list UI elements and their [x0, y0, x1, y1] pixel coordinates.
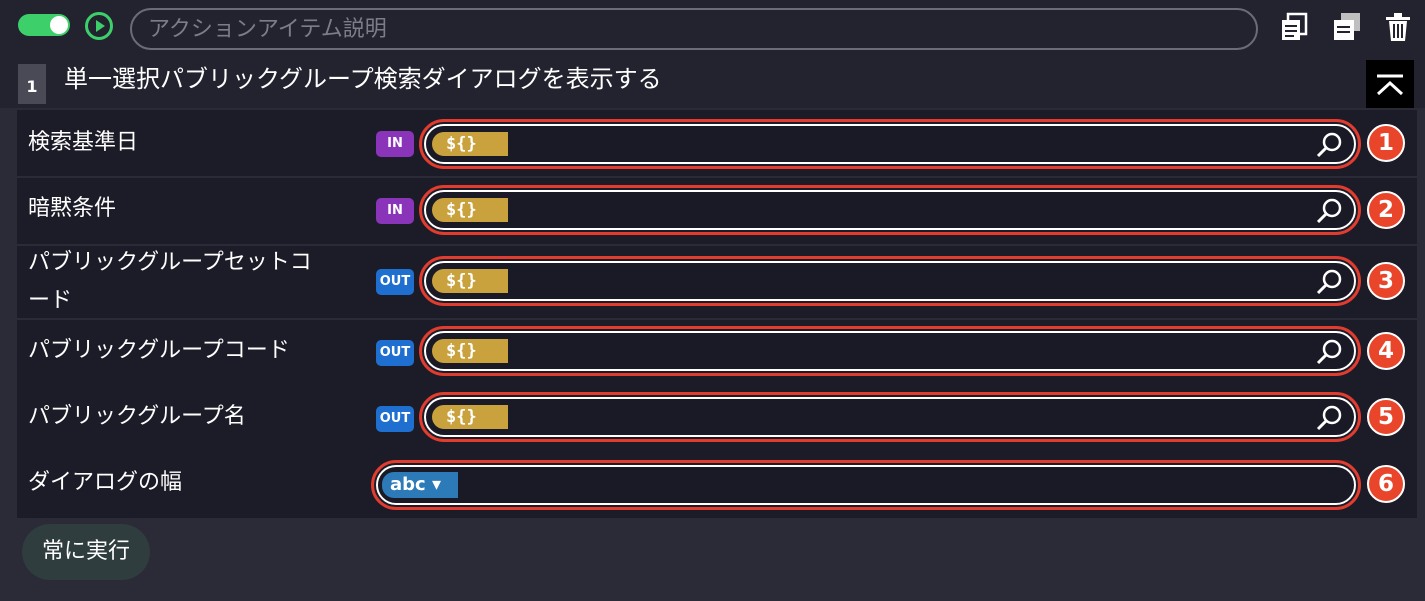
param-label-line: パブリックグループセットコ — [28, 250, 312, 275]
always-run-button[interactable]: 常に実行 — [22, 524, 150, 580]
trash-icon[interactable] — [1381, 10, 1415, 44]
param-label: パブリックグループコード — [28, 338, 290, 363]
item-number: 1 — [18, 64, 46, 104]
callout-badge: 3 — [1367, 262, 1405, 300]
io-badge-in: IN — [376, 198, 414, 224]
action-description-input[interactable] — [130, 8, 1258, 50]
play-icon[interactable] — [84, 11, 114, 41]
search-icon[interactable] — [1314, 267, 1344, 297]
param-input[interactable]: ${} — [419, 256, 1361, 306]
io-badge-out: OUT — [376, 340, 414, 366]
param-label-line: ード — [28, 288, 73, 313]
io-badge-out: OUT — [376, 269, 414, 295]
collapse-button[interactable] — [1366, 60, 1414, 108]
search-icon[interactable] — [1314, 337, 1344, 367]
callout-badge: 4 — [1367, 332, 1405, 370]
variable-tag[interactable]: ${} — [432, 269, 508, 293]
enable-toggle[interactable] — [18, 14, 70, 36]
search-icon[interactable] — [1314, 130, 1344, 160]
copy-icon[interactable] — [1278, 10, 1312, 44]
search-icon[interactable] — [1314, 196, 1344, 226]
param-label: パブリックグループセットコ ード — [28, 244, 312, 320]
toggle-knob — [50, 16, 68, 34]
callout-badge: 2 — [1367, 191, 1405, 229]
param-label: 暗黙条件 — [28, 196, 117, 221]
callout-badge: 6 — [1367, 465, 1405, 503]
paste-icon[interactable] — [1330, 10, 1364, 44]
param-input[interactable]: ${} — [419, 119, 1361, 169]
action-title: 単一選択パブリックグループ検索ダイアログを表示する — [64, 65, 662, 93]
param-label: 検索基準日 — [28, 130, 139, 155]
callout-badge: 1 — [1367, 124, 1405, 162]
type-dropdown[interactable]: abc ▾ — [382, 472, 458, 498]
param-input[interactable]: ${} — [419, 392, 1361, 442]
param-label: パブリックグループ名 — [28, 404, 246, 429]
callout-badge: 5 — [1367, 398, 1405, 436]
param-input[interactable]: ${} — [419, 185, 1361, 235]
param-input[interactable]: abc ▾ — [371, 460, 1361, 510]
variable-tag[interactable]: ${} — [432, 132, 508, 156]
variable-tag[interactable]: ${} — [432, 339, 508, 363]
io-badge-out: OUT — [376, 406, 414, 432]
search-icon[interactable] — [1314, 403, 1344, 433]
collapse-icon — [1376, 74, 1404, 96]
param-input[interactable]: ${} — [419, 326, 1361, 376]
param-label: ダイアログの幅 — [28, 470, 183, 495]
variable-tag[interactable]: ${} — [432, 405, 508, 429]
variable-tag[interactable]: ${} — [432, 198, 508, 222]
io-badge-in: IN — [376, 131, 414, 157]
